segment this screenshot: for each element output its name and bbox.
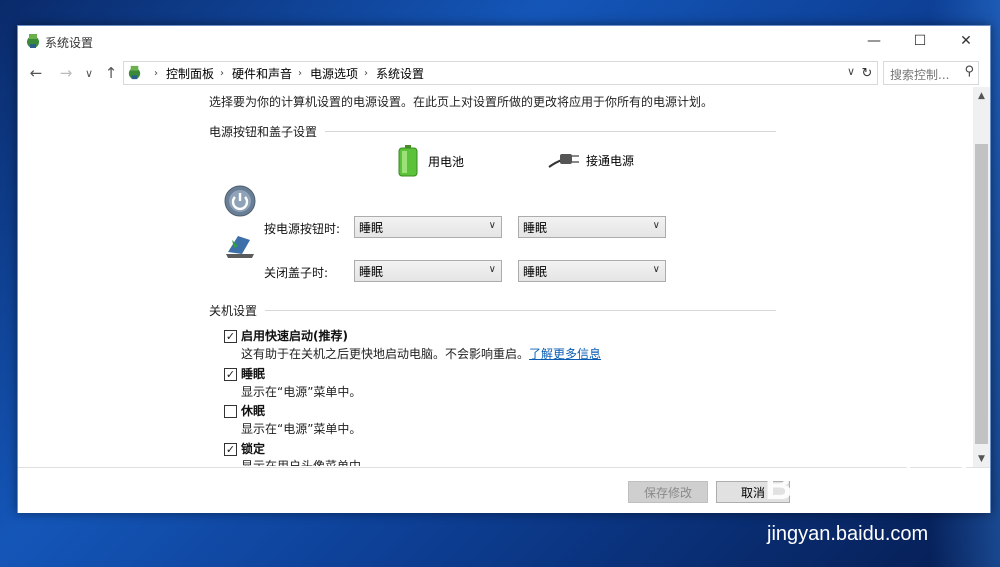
shutdown-group-heading: 关机设置	[209, 302, 777, 319]
sleep-desc: 显示在“电源”菜单中。	[241, 385, 362, 399]
battery-icon	[398, 145, 418, 177]
breadcrumb-hardware-sound[interactable]: 硬件和声音	[232, 65, 292, 82]
select-value: 睡眠	[359, 221, 384, 235]
chevron-down-icon[interactable]: ∨	[847, 65, 855, 78]
forward-button[interactable]: →	[56, 63, 76, 83]
hibernate-checkbox[interactable]	[224, 405, 237, 418]
fast-startup-desc-text: 这有助于在关机之后更快地启动电脑。不会影响重启。	[241, 347, 530, 361]
chevron-down-icon: ∨	[652, 220, 660, 231]
power-button-battery-select[interactable]: 睡眠 ∨	[354, 216, 502, 238]
power-buttons-group-heading: 电源按钮和盖子设置	[209, 123, 777, 140]
group-heading-text: 电源按钮和盖子设置	[209, 125, 318, 139]
power-button-icon	[224, 185, 256, 217]
breadcrumb-power-options[interactable]: 电源选项	[310, 65, 358, 82]
maximize-button[interactable]: ☐	[897, 26, 943, 56]
select-value: 睡眠	[523, 221, 548, 235]
power-plug-icon	[548, 154, 579, 168]
fast-startup-title: 启用快速启动(推荐)	[241, 329, 348, 343]
refresh-button[interactable]: ↻	[857, 61, 878, 85]
breadcrumb-system-settings[interactable]: 系统设置	[376, 65, 424, 82]
learn-more-link[interactable]: 了解更多信息	[529, 347, 601, 361]
chevron-right-icon[interactable]: ›	[364, 68, 368, 79]
scroll-up-icon[interactable]: ▲	[973, 87, 990, 104]
lock-title: 锁定	[241, 442, 266, 456]
power-button-plugged-select[interactable]: 睡眠 ∨	[518, 216, 666, 238]
recent-locations-button[interactable]: ∨	[82, 63, 96, 83]
address-bar: ← → ∨ ↑ › 控制面板 › 硬件和声音 › 电源选项 › 系统设置 ∨ ↻	[18, 59, 990, 87]
control-panel-icon	[27, 34, 39, 48]
watermark-logo: Bai du 经验	[765, 466, 977, 508]
fast-startup-desc: 这有助于在关机之后更快地启动电脑。不会影响重启。了解更多信息	[241, 345, 601, 362]
group-heading-text: 关机设置	[209, 304, 258, 318]
title-bar: 系统设置 — ☐ ✕	[18, 26, 990, 56]
lock-desc: 显示在用户头像菜单中。	[241, 459, 374, 466]
save-changes-button[interactable]: 保存修改	[628, 481, 708, 503]
scrollbar-thumb[interactable]	[975, 144, 988, 444]
select-value: 睡眠	[359, 265, 384, 279]
close-lid-label: 关闭盖子时:	[264, 266, 329, 280]
intro-text: 选择要为你的计算机设置的电源设置。在此页上对设置所做的更改将应用于你所有的电源计…	[209, 95, 714, 109]
divider	[265, 310, 777, 311]
battery-column-label: 用电池	[428, 154, 465, 169]
hibernate-desc: 显示在“电源”菜单中。	[241, 422, 362, 436]
close-lid-battery-select[interactable]: 睡眠 ∨	[354, 260, 502, 282]
battery-column-header: 用电池	[398, 145, 464, 177]
close-button[interactable]: ✕	[943, 26, 989, 56]
breadcrumb: › 控制面板 › 硬件和声音 › 电源选项 › 系统设置	[148, 65, 424, 82]
chevron-right-icon: ›	[154, 68, 158, 79]
laptop-lid-icon	[226, 236, 254, 258]
control-panel-icon	[128, 65, 141, 80]
system-settings-window: 系统设置 — ☐ ✕ ← → ∨ ↑ › 控制面板 › 硬件和声音 › 电源选项…	[17, 25, 991, 513]
baidu-watermark: Bai du 经验 jingyan.baidu.com	[765, 455, 995, 565]
hibernate-title: 休眠	[241, 404, 266, 418]
fast-startup-checkbox[interactable]: ✓	[224, 330, 237, 343]
close-lid-plugged-select[interactable]: 睡眠 ∨	[518, 260, 666, 282]
back-button[interactable]: ←	[26, 63, 46, 83]
search-icon[interactable]: ⚲	[964, 64, 974, 79]
up-button[interactable]: ↑	[102, 63, 120, 83]
chevron-down-icon: ∨	[488, 264, 496, 275]
chevron-down-icon: ∨	[488, 220, 496, 231]
sleep-checkbox[interactable]: ✓	[224, 368, 237, 381]
select-value: 睡眠	[523, 265, 548, 279]
power-button-label: 按电源按钮时:	[264, 222, 341, 236]
plugged-column-header: 接通电源	[548, 150, 634, 170]
sleep-title: 睡眠	[241, 367, 266, 381]
refresh-icon: ↻	[861, 65, 873, 81]
vertical-scrollbar[interactable]: ▲ ▼	[973, 87, 990, 467]
address-input[interactable]: › 控制面板 › 硬件和声音 › 电源选项 › 系统设置 ∨	[123, 61, 859, 85]
minimize-button[interactable]: —	[851, 26, 897, 56]
breadcrumb-control-panel[interactable]: 控制面板	[166, 65, 214, 82]
watermark-url: jingyan.baidu.com	[767, 523, 929, 545]
settings-content: 选择要为你的计算机设置的电源设置。在此页上对设置所做的更改将应用于你所有的电源计…	[18, 90, 973, 466]
chevron-down-icon: ∨	[652, 264, 660, 275]
search-placeholder: 搜索控制...	[890, 68, 950, 82]
divider	[325, 131, 777, 132]
search-input[interactable]: 搜索控制... ⚲	[883, 61, 979, 85]
window-title: 系统设置	[45, 36, 94, 50]
chevron-right-icon[interactable]: ›	[220, 68, 224, 79]
lock-checkbox[interactable]: ✓	[224, 443, 237, 456]
plugged-column-label: 接通电源	[586, 153, 635, 168]
chevron-right-icon[interactable]: ›	[298, 68, 302, 79]
